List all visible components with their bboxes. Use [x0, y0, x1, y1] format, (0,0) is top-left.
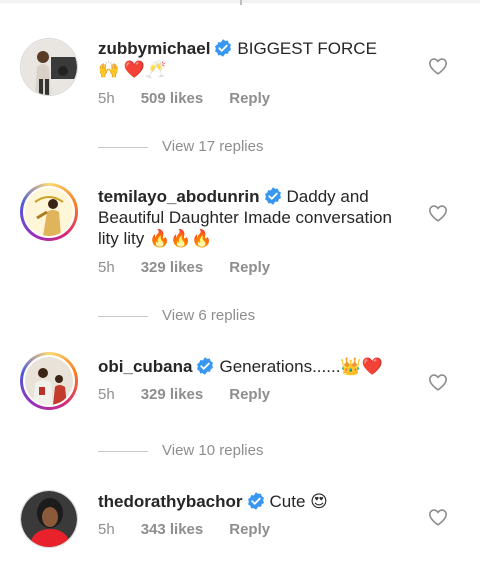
reply-button[interactable]: Reply — [229, 90, 270, 107]
verified-badge-icon — [247, 492, 264, 510]
comment-meta: 5h 509 likes Reply — [98, 90, 296, 107]
replies-divider — [98, 315, 148, 317]
avatar-photo — [25, 357, 73, 405]
username[interactable]: thedorathybachor — [98, 492, 243, 511]
likes-count[interactable]: 509 likes — [141, 90, 204, 107]
avatar-photo — [25, 188, 73, 236]
username[interactable]: temilayo_abodunrin — [98, 187, 260, 206]
heart-icon[interactable] — [428, 373, 448, 391]
view-replies-button[interactable]: View 10 replies — [98, 442, 263, 459]
username[interactable]: obi_cubana — [98, 357, 192, 376]
comment-meta: 5h 343 likes Reply — [98, 521, 296, 538]
heart-icon[interactable] — [428, 204, 448, 222]
timestamp: 5h — [98, 259, 115, 276]
avatar[interactable] — [20, 183, 78, 241]
likes-count[interactable]: 329 likes — [141, 386, 204, 403]
reply-button[interactable]: Reply — [229, 521, 270, 538]
verified-badge-icon — [264, 187, 281, 205]
comment-body: temilayo_abodunrin Daddy and Beautiful Da… — [98, 186, 398, 249]
comment-body: obi_cubana Generations......👑❤️ — [98, 356, 398, 377]
reply-button[interactable]: Reply — [229, 259, 270, 276]
timestamp: 5h — [98, 521, 115, 538]
heart-icon[interactable] — [428, 57, 448, 75]
avatar-photo — [21, 491, 77, 547]
comment-meta: 5h 329 likes Reply — [98, 386, 296, 403]
replies-divider — [98, 146, 148, 148]
comment-text: Generations......👑❤️ — [219, 357, 383, 376]
view-replies-button[interactable]: View 6 replies — [98, 307, 255, 324]
verified-badge-icon — [215, 39, 232, 57]
timestamp: 5h — [98, 386, 115, 403]
likes-count[interactable]: 329 likes — [141, 259, 204, 276]
view-replies-button[interactable]: View 17 replies — [98, 138, 263, 155]
avatar[interactable] — [20, 490, 78, 548]
avatar[interactable] — [20, 352, 78, 410]
view-replies-label: View 10 replies — [162, 442, 264, 459]
view-replies-label: View 6 replies — [162, 307, 256, 324]
view-replies-label: View 17 replies — [162, 138, 264, 155]
avatar[interactable] — [20, 38, 78, 96]
reply-button[interactable]: Reply — [229, 386, 270, 403]
likes-count[interactable]: 343 likes — [141, 521, 204, 538]
comment-meta: 5h 329 likes Reply — [98, 259, 296, 276]
timestamp: 5h — [98, 90, 115, 107]
scroll-indicator — [240, 0, 242, 5]
replies-divider — [98, 450, 148, 452]
comment-body: zubbymichael BIGGEST FORCE 🙌 ❤️🥂 — [98, 38, 398, 80]
comment-body: thedorathybachor Cute 😍 — [98, 491, 398, 512]
heart-icon[interactable] — [428, 508, 448, 526]
avatar-photo — [21, 39, 77, 95]
username[interactable]: zubbymichael — [98, 39, 210, 58]
comment-text: Cute 😍 — [269, 492, 328, 511]
verified-badge-icon — [197, 357, 214, 375]
